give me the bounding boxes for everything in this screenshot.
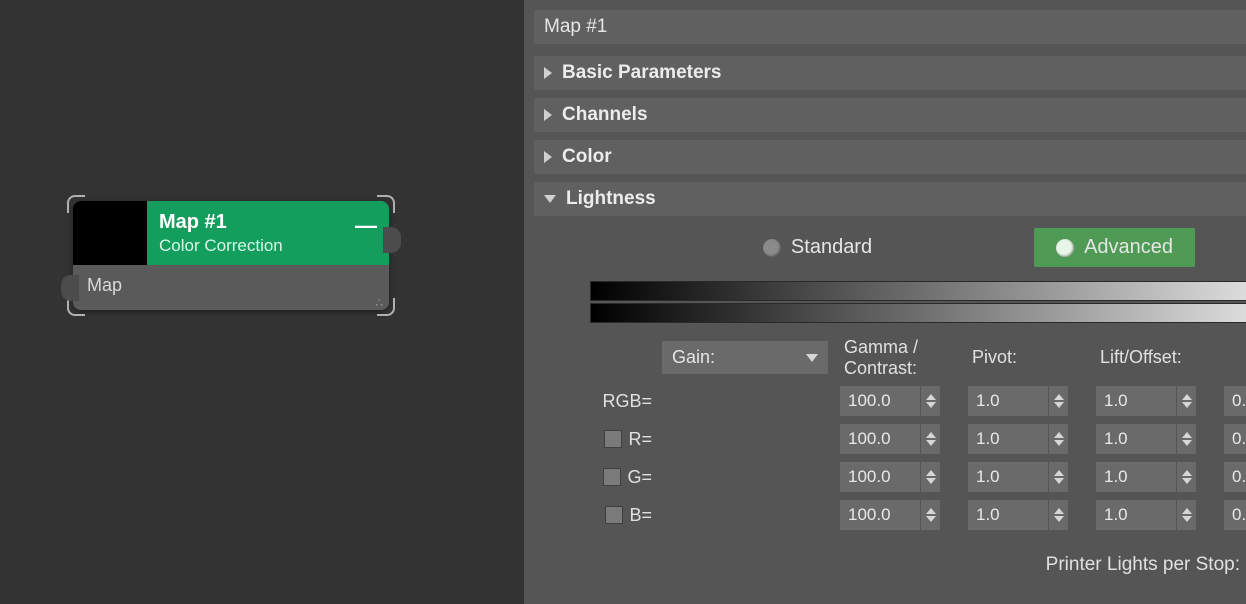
spinner-up-icon[interactable]: [926, 394, 936, 400]
rollout-header-color[interactable]: Color: [534, 140, 1246, 174]
mode-standard-radio[interactable]: Standard: [741, 228, 894, 267]
node-thumbnail: [73, 201, 147, 265]
spinner-up-icon[interactable]: [1054, 470, 1064, 476]
lightness-body: Standard Advanced Gain: Gam: [534, 216, 1246, 598]
r-row: R= 100.0 1.0 1.0 0.0: [590, 424, 1246, 454]
g-enable-checkbox[interactable]: [603, 468, 621, 486]
rollout-title: Color: [562, 146, 612, 168]
rollout-channels: Channels: [534, 98, 1246, 132]
spinner-up-icon[interactable]: [1182, 470, 1192, 476]
radio-icon: [763, 239, 781, 257]
node-collapse-button[interactable]: —: [355, 213, 377, 239]
r-gain-spinner[interactable]: 100.0: [840, 424, 940, 454]
spinner-down-icon[interactable]: [1054, 440, 1064, 446]
spinner-down-icon[interactable]: [1054, 402, 1064, 408]
rgb-label: RGB=: [602, 391, 652, 412]
g-lift-spinner[interactable]: 0.0: [1224, 462, 1246, 492]
b-label: B=: [629, 505, 652, 526]
r-label: R=: [628, 429, 652, 450]
column-lift-label: Lift/Offset:: [1096, 347, 1224, 368]
g-gain-spinner[interactable]: 100.0: [840, 462, 940, 492]
node-input-label: Map: [87, 275, 375, 296]
spinner-down-icon[interactable]: [1054, 516, 1064, 522]
b-row: B= 100.0 1.0 1.0 0.0: [590, 500, 1246, 530]
spinner-up-icon[interactable]: [926, 508, 936, 514]
mode-advanced-label: Advanced: [1084, 236, 1173, 259]
spinner-down-icon[interactable]: [1182, 402, 1192, 408]
rollout-title: Basic Parameters: [562, 62, 722, 84]
spinner-up-icon[interactable]: [1054, 394, 1064, 400]
node-title: Map #1: [159, 211, 377, 234]
parameters-panel: Map #1 Basic Parameters Channels Color L…: [524, 0, 1246, 604]
spinner-down-icon[interactable]: [926, 402, 936, 408]
chevron-right-icon: [544, 109, 552, 121]
rollout-header-basic[interactable]: Basic Parameters: [534, 56, 1246, 90]
spinner-up-icon[interactable]: [1182, 394, 1192, 400]
rollout-header-channels[interactable]: Channels: [534, 98, 1246, 132]
gain-dropdown-label: Gain:: [672, 347, 715, 368]
chevron-down-icon: [544, 195, 556, 203]
r-lift-spinner[interactable]: 0.0: [1224, 424, 1246, 454]
rgb-row: RGB= 100.0 1.0 1.0 0.0: [590, 386, 1246, 416]
node-subtitle: Color Correction: [159, 236, 377, 256]
gain-type-dropdown[interactable]: Gain:: [662, 341, 828, 374]
rollout-header-lightness[interactable]: Lightness: [534, 182, 1246, 216]
node-resize-grip[interactable]: ∴: [375, 300, 383, 306]
spinner-down-icon[interactable]: [1054, 478, 1064, 484]
spinner-down-icon[interactable]: [926, 516, 936, 522]
mode-standard-label: Standard: [791, 236, 872, 259]
material-node[interactable]: Map #1 Color Correction — Map ∴: [73, 201, 389, 310]
spinner-up-icon[interactable]: [1054, 432, 1064, 438]
g-gamma-spinner[interactable]: 1.0: [968, 462, 1068, 492]
b-lift-spinner[interactable]: 0.0: [1224, 500, 1246, 530]
spinner-down-icon[interactable]: [1182, 516, 1192, 522]
spinner-up-icon[interactable]: [1054, 508, 1064, 514]
rgb-lift-spinner[interactable]: 0.0: [1224, 386, 1246, 416]
b-gain-spinner[interactable]: 100.0: [840, 500, 940, 530]
r-gamma-spinner[interactable]: 1.0: [968, 424, 1068, 454]
g-label: G=: [627, 467, 652, 488]
spinner-down-icon[interactable]: [1182, 478, 1192, 484]
column-pivot-label: Pivot:: [968, 347, 1096, 368]
node-output-socket[interactable]: [383, 227, 389, 253]
gradient-preview-bottom: [590, 303, 1246, 323]
g-row: G= 100.0 1.0 1.0 0.0: [590, 462, 1246, 492]
rgb-gamma-spinner[interactable]: 1.0: [968, 386, 1068, 416]
node-header[interactable]: Map #1 Color Correction —: [73, 201, 389, 265]
chevron-down-icon: [806, 354, 818, 362]
b-enable-checkbox[interactable]: [605, 506, 623, 524]
chevron-right-icon: [544, 151, 552, 163]
b-pivot-spinner[interactable]: 1.0: [1096, 500, 1196, 530]
spinner-up-icon[interactable]: [926, 470, 936, 476]
column-gamma-label: Gamma / Contrast:: [840, 337, 968, 378]
spinner-down-icon[interactable]: [926, 440, 936, 446]
node-editor-canvas[interactable]: Map #1 Color Correction — Map ∴: [0, 0, 524, 604]
gradient-preview-top: [590, 281, 1246, 301]
rollout-lightness: Lightness Standard Advanced: [534, 182, 1246, 598]
rollout-basic-parameters: Basic Parameters: [534, 56, 1246, 90]
g-pivot-spinner[interactable]: 1.0: [1096, 462, 1196, 492]
spinner-up-icon[interactable]: [1182, 432, 1192, 438]
rollout-color: Color: [534, 140, 1246, 174]
mode-advanced-radio[interactable]: Advanced: [1034, 228, 1195, 267]
chevron-right-icon: [544, 67, 552, 79]
spinner-down-icon[interactable]: [926, 478, 936, 484]
r-pivot-spinner[interactable]: 1.0: [1096, 424, 1196, 454]
printer-lights-label: Printer Lights per Stop:: [1046, 554, 1240, 576]
spinner-up-icon[interactable]: [926, 432, 936, 438]
spinner-down-icon[interactable]: [1182, 440, 1192, 446]
b-gamma-spinner[interactable]: 1.0: [968, 500, 1068, 530]
node-input-socket[interactable]: [61, 275, 79, 301]
rollout-title: Channels: [562, 104, 648, 126]
rgb-gain-spinner[interactable]: 100.0: [840, 386, 940, 416]
spinner-up-icon[interactable]: [1182, 508, 1192, 514]
panel-title: Map #1: [534, 10, 1246, 44]
r-enable-checkbox[interactable]: [604, 430, 622, 448]
rollout-title: Lightness: [566, 188, 656, 210]
radio-icon: [1056, 239, 1074, 257]
rgb-pivot-spinner[interactable]: 1.0: [1096, 386, 1196, 416]
